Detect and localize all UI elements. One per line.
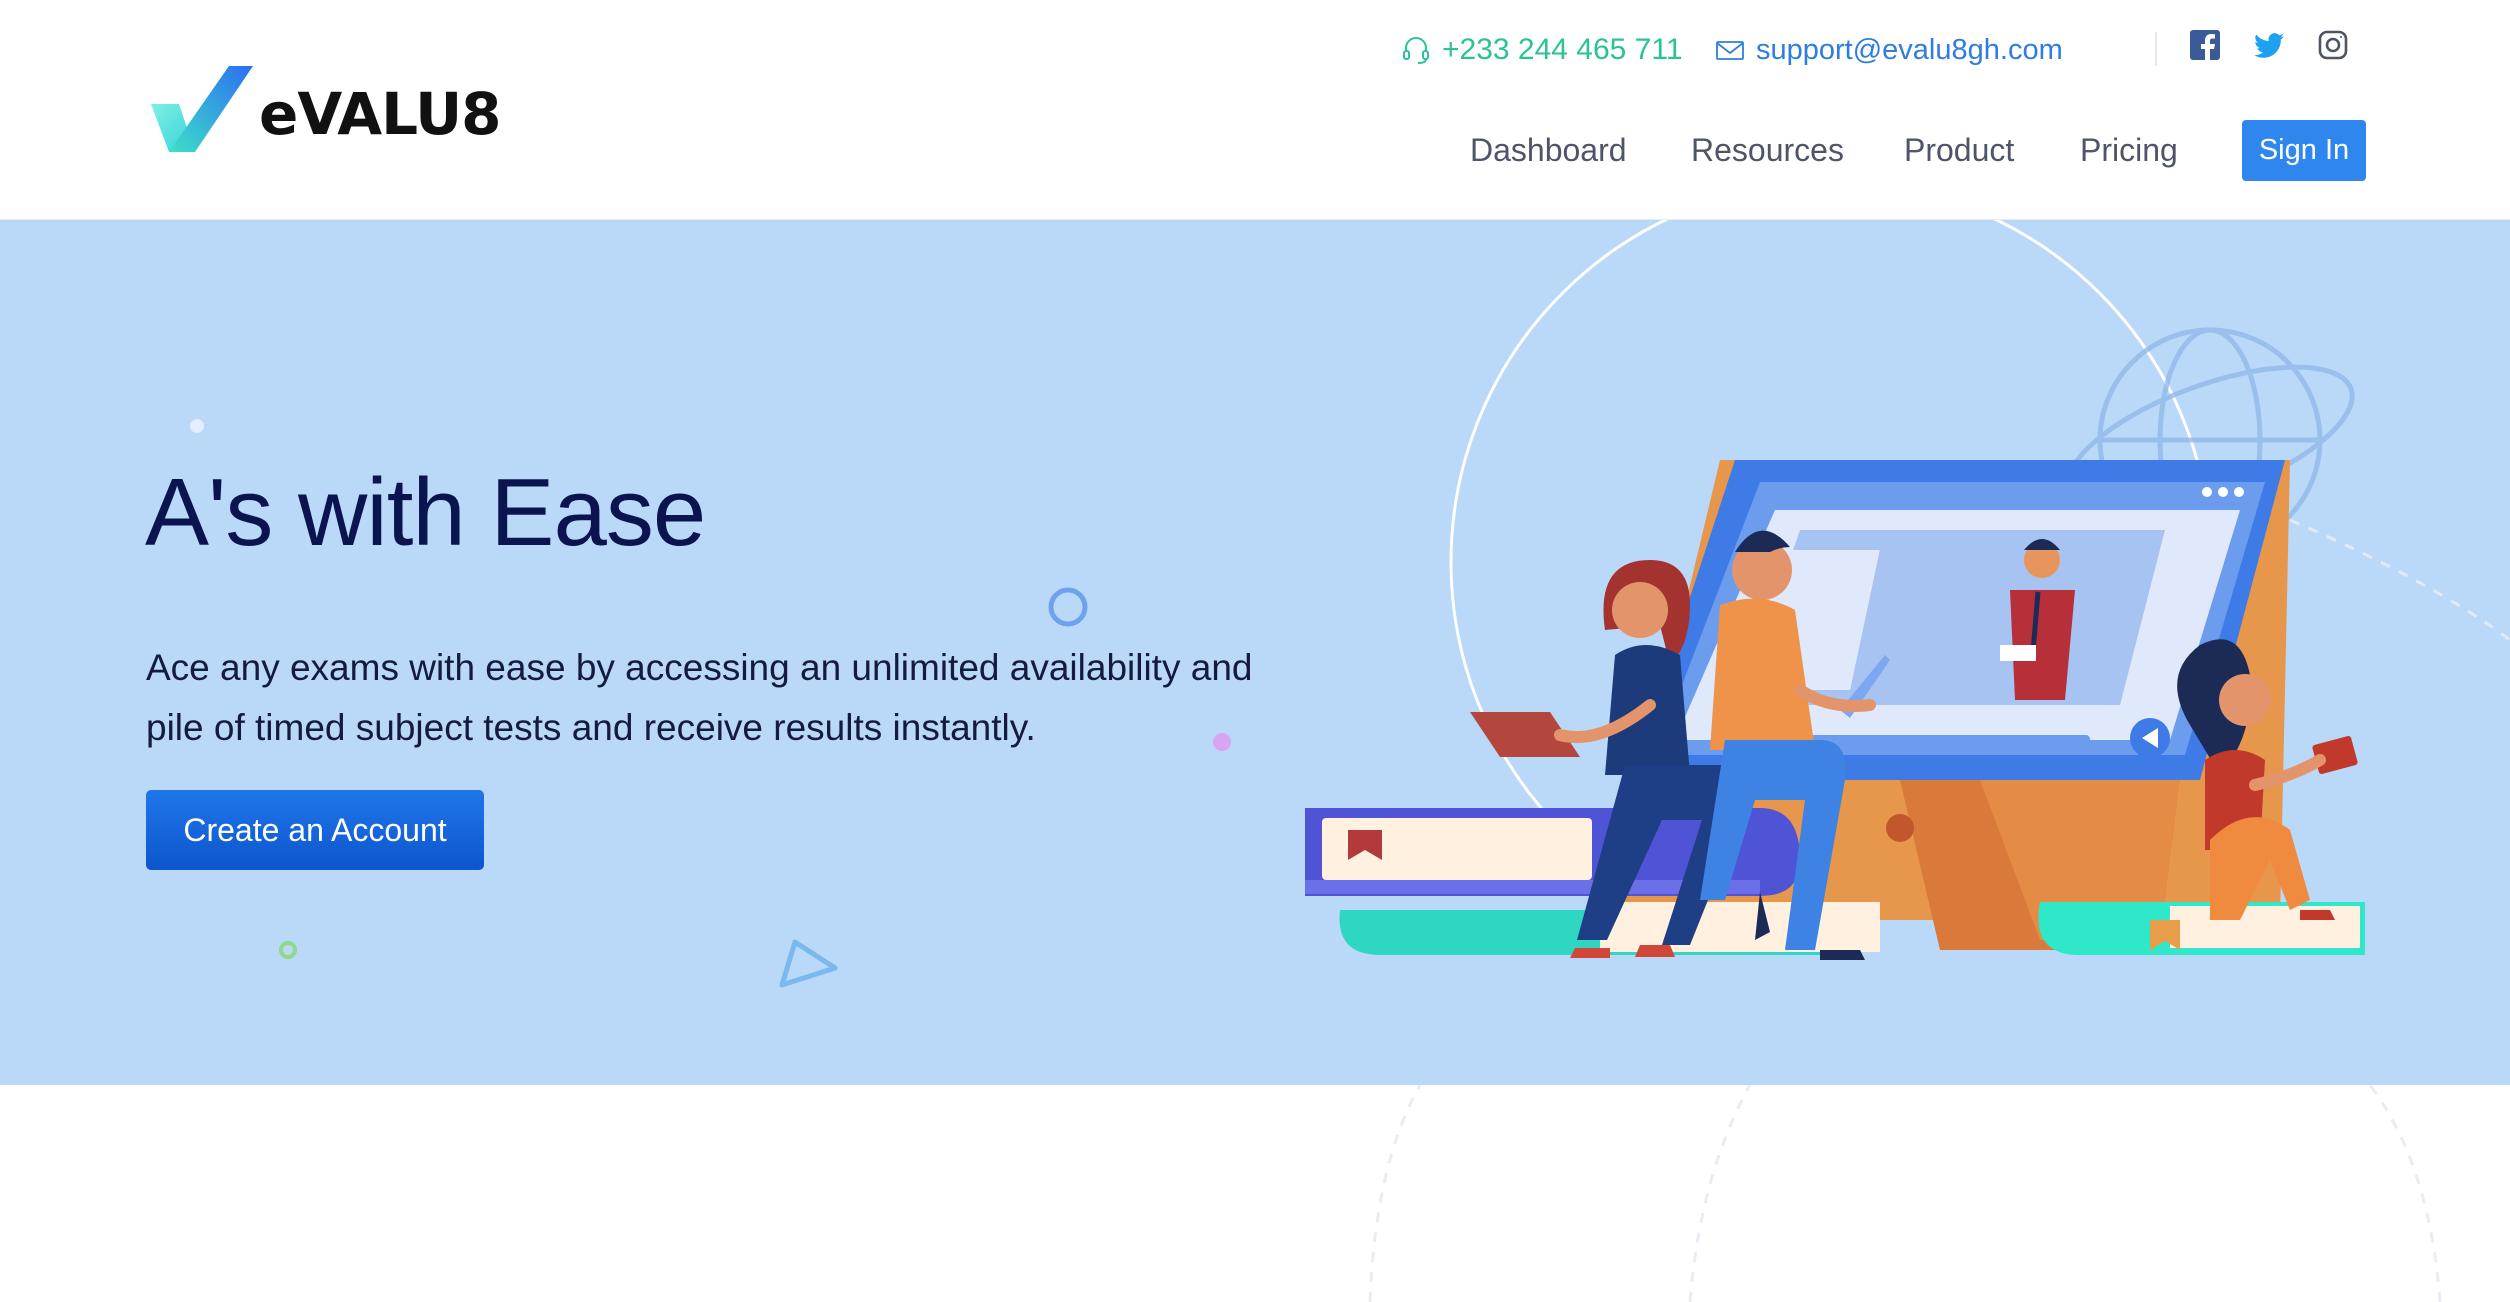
hero-title: A's with Ease bbox=[145, 459, 706, 566]
hero-section: A's with Ease Ace any exams with ease by… bbox=[0, 220, 2510, 1085]
create-account-button[interactable]: Create an Account bbox=[146, 790, 484, 870]
decorative-triangle bbox=[779, 939, 838, 988]
site-header: eVALU8 +233 244 465 711 support@evalu8gh… bbox=[0, 0, 2510, 220]
decorative-ring bbox=[1048, 587, 1088, 627]
decorative-dot bbox=[190, 419, 204, 433]
logo-check-icon bbox=[151, 66, 253, 152]
sign-in-button[interactable]: Sign In bbox=[2242, 120, 2366, 181]
envelope-icon bbox=[1716, 41, 1744, 60]
nav-resources[interactable]: Resources bbox=[1691, 132, 1844, 169]
logo-link[interactable]: eVALU8 bbox=[145, 62, 502, 158]
twitter-link[interactable] bbox=[2252, 28, 2286, 62]
logo-wordmark: eVALU8 bbox=[259, 80, 502, 148]
phone-contact-link[interactable]: +233 244 465 711 bbox=[1400, 30, 1683, 70]
headset-icon bbox=[1403, 37, 1429, 64]
nav-dashboard[interactable]: Dashboard bbox=[1470, 132, 1627, 169]
nav-pricing[interactable]: Pricing bbox=[2080, 132, 2178, 169]
email-contact-link[interactable]: support@evalu8gh.com bbox=[1714, 30, 2063, 70]
facebook-link[interactable] bbox=[2188, 28, 2222, 62]
facebook-icon bbox=[2190, 30, 2220, 61]
hero-description: Ace any exams with ease by accessing an … bbox=[146, 647, 1253, 748]
instagram-icon bbox=[2318, 30, 2348, 60]
phone-number: +233 244 465 711 bbox=[1442, 33, 1683, 66]
nav-product[interactable]: Product bbox=[1904, 132, 2014, 169]
twitter-icon bbox=[2254, 33, 2284, 58]
header-divider bbox=[2155, 32, 2157, 66]
email-address: support@evalu8gh.com bbox=[1756, 33, 2063, 66]
instagram-link[interactable] bbox=[2316, 28, 2350, 62]
decorative-dashed-arcs bbox=[1368, 1085, 2442, 1302]
decorative-dot-green bbox=[279, 941, 297, 959]
hero-illustration bbox=[1305, 220, 2510, 960]
